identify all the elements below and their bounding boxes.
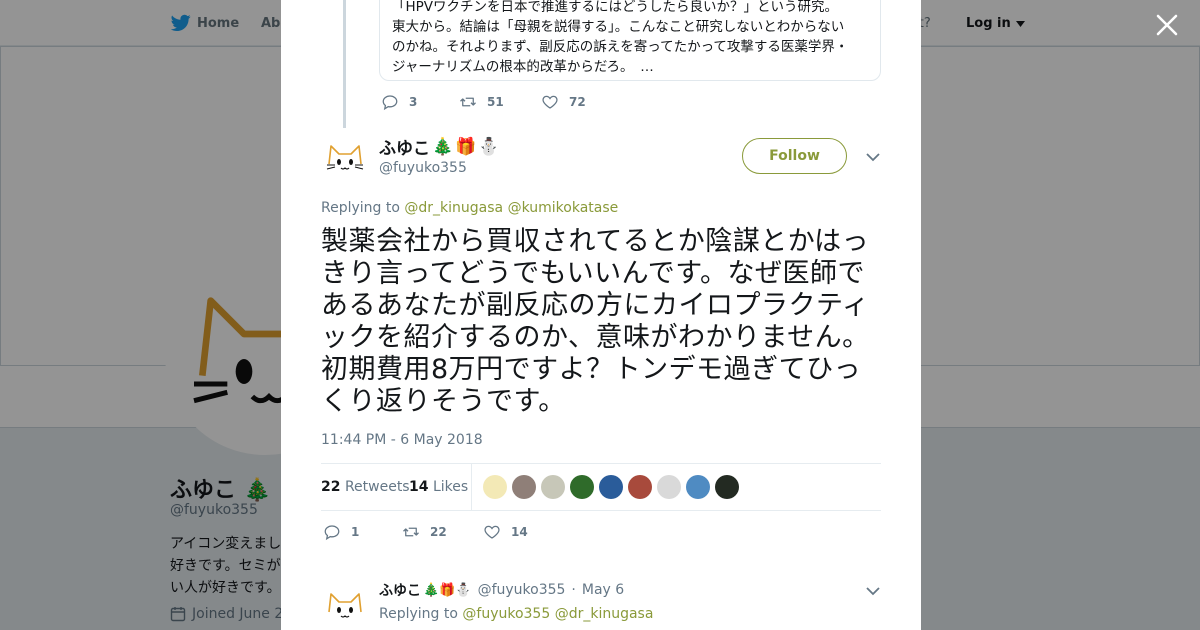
retweets-stat[interactable]: 22 Retweets bbox=[321, 479, 410, 495]
quoted-tweet-card[interactable]: 「HPVワクチンを日本で推進するにはどうしたら良いか？」という研究。 東大から。… bbox=[379, 0, 881, 81]
reply-header: ふゆこ 🎄🎁⛄ @fuyuko355 · May 6 bbox=[379, 580, 624, 600]
follow-button[interactable]: Follow bbox=[742, 138, 847, 174]
liker-avatar[interactable] bbox=[686, 475, 710, 499]
liker-avatar[interactable] bbox=[483, 475, 507, 499]
mention-link[interactable]: @dr_kinugasa bbox=[404, 200, 503, 216]
tweet-permalink-modal: 「HPVワクチンを日本で推進するにはどうしたら良いか？」という研究。 東大から。… bbox=[281, 0, 921, 630]
replying-to-label: Replying to bbox=[321, 200, 400, 216]
retweets-stat-count: 22 bbox=[321, 479, 341, 495]
like-count: 14 bbox=[511, 525, 528, 539]
like-action[interactable]: 72 bbox=[541, 93, 586, 111]
liker-avatars bbox=[483, 475, 739, 499]
heart-icon bbox=[484, 525, 500, 539]
close-icon[interactable] bbox=[1154, 12, 1180, 38]
likes-stat-label: Likes bbox=[432, 479, 469, 495]
reply-replying-to-line: Replying to @fuyuko355 @dr_kinugasa bbox=[379, 606, 653, 622]
mention-link[interactable]: @kumikokatase bbox=[508, 200, 619, 216]
liker-avatar[interactable] bbox=[512, 475, 536, 499]
liker-avatar[interactable] bbox=[657, 475, 681, 499]
reply-author-handle[interactable]: @fuyuko355 bbox=[478, 582, 566, 598]
tweet-text: 製薬会社から買収されてるとか陰謀とかはっきり言ってどうでもいいんです。なぜ医師で… bbox=[321, 226, 870, 417]
reply-icon bbox=[324, 525, 340, 541]
snowman-emoji-icon: ⛄ bbox=[478, 136, 500, 157]
chevron-down-icon[interactable] bbox=[864, 582, 882, 600]
liker-avatar[interactable] bbox=[715, 475, 739, 499]
retweet-action[interactable]: 51 bbox=[459, 93, 541, 111]
reply-date[interactable]: May 6 bbox=[582, 582, 624, 598]
author-name-text: ふゆこ bbox=[379, 139, 430, 159]
chevron-down-icon[interactable] bbox=[864, 148, 882, 166]
replying-to-line: Replying to @dr_kinugasa @kumikokatase bbox=[321, 200, 618, 216]
retweet-action[interactable]: 22 bbox=[402, 523, 483, 541]
tweet-author-avatar[interactable] bbox=[321, 134, 369, 182]
retweet-icon bbox=[460, 97, 476, 107]
tweet-stats: 22 Retweets 14 Likes bbox=[321, 463, 881, 511]
liker-avatar[interactable] bbox=[599, 475, 623, 499]
tweet-author-handle[interactable]: @fuyuko355 bbox=[379, 160, 467, 176]
quoted-tweet-line: 東大から。結論は「母親を説得する」。こんなこと研究しないとわからない bbox=[392, 19, 845, 35]
cat-face-icon bbox=[326, 145, 364, 170]
thread-connector-line bbox=[343, 0, 346, 128]
retweet-icon bbox=[403, 527, 419, 537]
liker-avatar[interactable] bbox=[628, 475, 652, 499]
retweet-count: 22 bbox=[430, 525, 447, 539]
mention-link[interactable]: @dr_kinugasa bbox=[555, 606, 654, 622]
gift-emoji-icon: 🎁 bbox=[455, 136, 477, 157]
quoted-tweet-line: ジャーナリズムの根本的改革からだろ。 … bbox=[392, 59, 654, 75]
christmas-tree-emoji-icon: 🎄 bbox=[432, 136, 454, 157]
like-action[interactable]: 14 bbox=[483, 523, 528, 541]
previous-tweet-actions: 3 51 72 bbox=[381, 93, 586, 111]
heart-icon bbox=[542, 95, 558, 109]
replying-to-label: Replying to bbox=[379, 606, 458, 622]
likes-stat-count: 14 bbox=[409, 479, 429, 495]
dot-separator: · bbox=[571, 582, 576, 598]
reply-count: 3 bbox=[409, 95, 418, 109]
likes-stat[interactable]: 14 Likes bbox=[409, 479, 468, 495]
stats-divider bbox=[471, 464, 472, 511]
retweet-count: 51 bbox=[487, 95, 504, 109]
quoted-tweet-line: のかね。それよりまず、副反応の訴えを寄ってたかって攻撃する医薬学界・ bbox=[392, 39, 849, 55]
reply-count: 1 bbox=[351, 525, 360, 539]
mention-link[interactable]: @fuyuko355 bbox=[462, 606, 550, 622]
tweet-timestamp[interactable]: 11:44 PM - 6 May 2018 bbox=[321, 432, 483, 448]
liker-avatar[interactable] bbox=[570, 475, 594, 499]
cat-face-icon bbox=[328, 593, 362, 618]
liker-avatar[interactable] bbox=[541, 475, 565, 499]
retweets-stat-label: Retweets bbox=[344, 479, 410, 495]
main-tweet-actions: 1 22 14 bbox=[323, 523, 528, 541]
emoji-group-icon: 🎄🎁⛄ bbox=[423, 582, 472, 598]
reply-author-name[interactable]: ふゆこ bbox=[379, 580, 421, 600]
like-count: 72 bbox=[569, 95, 586, 109]
reply-action[interactable]: 3 bbox=[381, 93, 459, 111]
tweet-author-name[interactable]: ふゆこ 🎄 🎁 ⛄ bbox=[379, 134, 500, 160]
reply-icon bbox=[382, 95, 398, 111]
quoted-tweet-line: 「HPVワクチンを日本で推進するにはどうしたら良いか？」という研究。 bbox=[392, 0, 839, 15]
reply-action[interactable]: 1 bbox=[323, 523, 402, 541]
reply-author-avatar[interactable] bbox=[321, 582, 369, 630]
